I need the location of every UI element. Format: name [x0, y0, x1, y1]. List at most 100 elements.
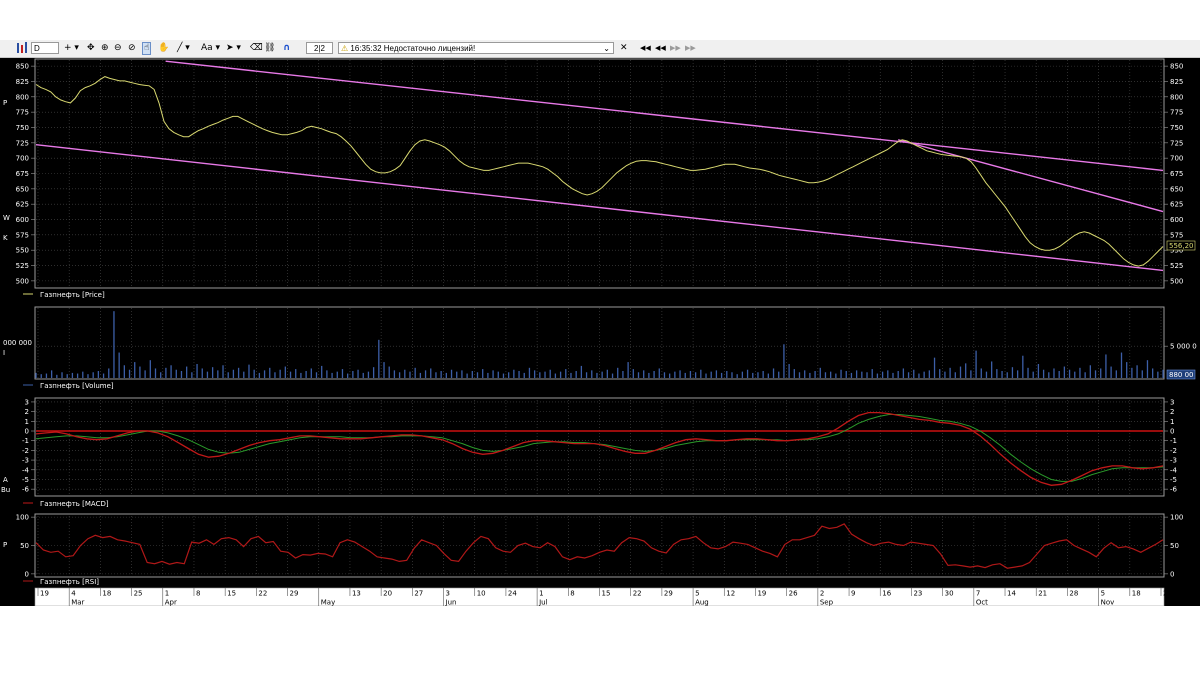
month-label: Nov: [1101, 599, 1115, 607]
last-page-icon[interactable]: ▶▶: [685, 42, 696, 55]
volume-last-value-box: 880 00: [1166, 369, 1196, 380]
date-tick-label: 19: [40, 590, 49, 598]
date-tick-label: 28: [1069, 590, 1078, 598]
volume-bar: [274, 372, 276, 378]
volume-bar: [778, 371, 780, 378]
chart-area[interactable]: 5005005255255505505755756006006256256506…: [0, 57, 1200, 606]
chevron-down-icon[interactable]: ⌄: [603, 43, 610, 55]
month-label: Apr: [165, 599, 177, 607]
y-tick-label-right: 525: [1170, 262, 1183, 270]
volume-bar: [160, 372, 162, 378]
volume-bar: [201, 368, 203, 378]
price-legend: Газпнефть [Price]: [23, 291, 105, 299]
volume-y-axis: 5 000 0: [1164, 343, 1197, 351]
eraser-icon[interactable]: ⌫: [250, 42, 263, 55]
status-time: 16:35:32: [350, 44, 382, 53]
rsi-panel: 0 0 50 50 100 100 Газпнефть [RSI]: [16, 513, 1183, 586]
price-panel: 5005005255255505505755756006006256256506…: [16, 58, 1196, 299]
arrow-tool-icon[interactable]: ➤ ▾: [226, 42, 241, 55]
magnet-icon[interactable]: ∩: [283, 42, 290, 55]
y-tick-label-left: -4: [22, 466, 30, 474]
volume-bar: [409, 371, 411, 378]
y-tick-label-right: 100: [1170, 514, 1183, 522]
side-label-price: Р: [3, 99, 7, 107]
next-page-icon[interactable]: ▶▶: [670, 42, 681, 55]
date-tick-label: 24: [508, 590, 517, 598]
y-tick-label-right: 700: [1170, 155, 1183, 163]
status-message: Недостаточно лицензий!: [383, 44, 476, 53]
zoom-icon[interactable]: ⊘: [128, 42, 136, 55]
date-tick-label: 25: [134, 590, 143, 598]
volume-bar: [1016, 370, 1019, 378]
volume-bar: [975, 350, 977, 378]
volume-bar: [118, 352, 120, 378]
volume-bar: [71, 372, 74, 378]
side-label-w: W: [3, 214, 10, 222]
volume-bar: [92, 372, 94, 378]
first-page-icon[interactable]: ◀◀: [640, 42, 651, 55]
volume-bar: [347, 373, 349, 378]
volume-bar: [1100, 368, 1102, 378]
volume-bar: [186, 366, 188, 378]
add-icon[interactable]: + ▾: [64, 42, 79, 55]
trading-terminal-window: D + ▾ ✥ ⊕ ⊖ ⊘ ☝ ✋ ╱ ▾ Aa ▾ ➤ ▾ ⌫ ⛓ ∩ 2|2…: [0, 40, 1200, 606]
close-icon[interactable]: ✕: [620, 42, 628, 55]
chart-type-icon[interactable]: [16, 41, 30, 54]
volume-legend: Газпнефть [Volume]: [23, 382, 114, 390]
period-select[interactable]: D: [31, 42, 59, 54]
volume-bar: [954, 372, 956, 378]
volume-bar: [923, 371, 925, 378]
font-tool-button[interactable]: Aa ▾: [201, 42, 220, 55]
volume-bar: [632, 369, 634, 378]
volume-bar: [253, 369, 255, 378]
date-tick-label: 20: [383, 590, 392, 598]
volume-bar: [357, 369, 359, 378]
volume-bar: [897, 371, 899, 378]
volume-bar: [450, 369, 453, 378]
volume-bar: [263, 370, 266, 378]
zoom-in-icon[interactable]: ⊕: [101, 42, 109, 55]
prev-page-icon[interactable]: ◀◀: [655, 42, 666, 55]
y-tick-label-right: 775: [1170, 109, 1183, 117]
y-tick-label-left: 3: [25, 398, 29, 406]
y-tick-label-right: 825: [1170, 78, 1183, 86]
macd-panel: -6-6-5-5-4-4-3-3-2-2-1-100112233 Газпнеф…: [22, 397, 1178, 508]
volume-bar: [689, 371, 692, 378]
volume-bar: [435, 372, 437, 378]
y-tick-label-right: 0: [1170, 570, 1174, 578]
status-combo[interactable]: ⚠ 16:35:32 Недостаточно лицензий! ⌄: [338, 42, 614, 54]
side-label-volume: I: [3, 349, 5, 357]
link-icon[interactable]: ⛓: [264, 42, 275, 55]
hand-select-icon[interactable]: ☝: [142, 42, 152, 55]
y-tick-label-right: -3: [1170, 457, 1177, 465]
line-tool-icon[interactable]: ╱ ▾: [177, 42, 190, 55]
volume-bar: [300, 372, 302, 378]
volume-bar: [102, 373, 105, 378]
volume-bar: [674, 371, 676, 378]
y-tick-label-right: 575: [1170, 231, 1183, 239]
hand-icon[interactable]: ✋: [158, 42, 169, 55]
volume-bar: [866, 372, 868, 378]
y-tick-label-right: 650: [1170, 185, 1183, 193]
volume-bar: [419, 372, 422, 378]
volume-bar: [772, 368, 775, 378]
y-tick-label-right: 675: [1170, 170, 1183, 178]
volume-bar: [227, 372, 229, 378]
volume-bar: [731, 372, 733, 378]
date-tick-label: 7: [976, 590, 980, 598]
y-tick-label-right: 600: [1170, 216, 1183, 224]
move-icon[interactable]: ✥: [87, 42, 95, 55]
volume-bar: [144, 370, 146, 378]
volume-bar: [814, 371, 816, 378]
date-tick-label: 18: [102, 590, 111, 598]
volume-bar: [1042, 369, 1045, 378]
y-tick-label-left: -3: [22, 457, 29, 465]
volume-bar: [139, 366, 141, 378]
volume-bar: [1074, 371, 1076, 378]
zoom-out-icon[interactable]: ⊖: [114, 42, 122, 55]
volume-bar: [881, 371, 884, 378]
date-tick-label: 2: [820, 590, 824, 598]
page-indicator[interactable]: 2|2: [306, 42, 333, 54]
y-tick-label-right: 800: [1170, 93, 1183, 101]
y-tick-label-right: 0: [1170, 428, 1174, 436]
